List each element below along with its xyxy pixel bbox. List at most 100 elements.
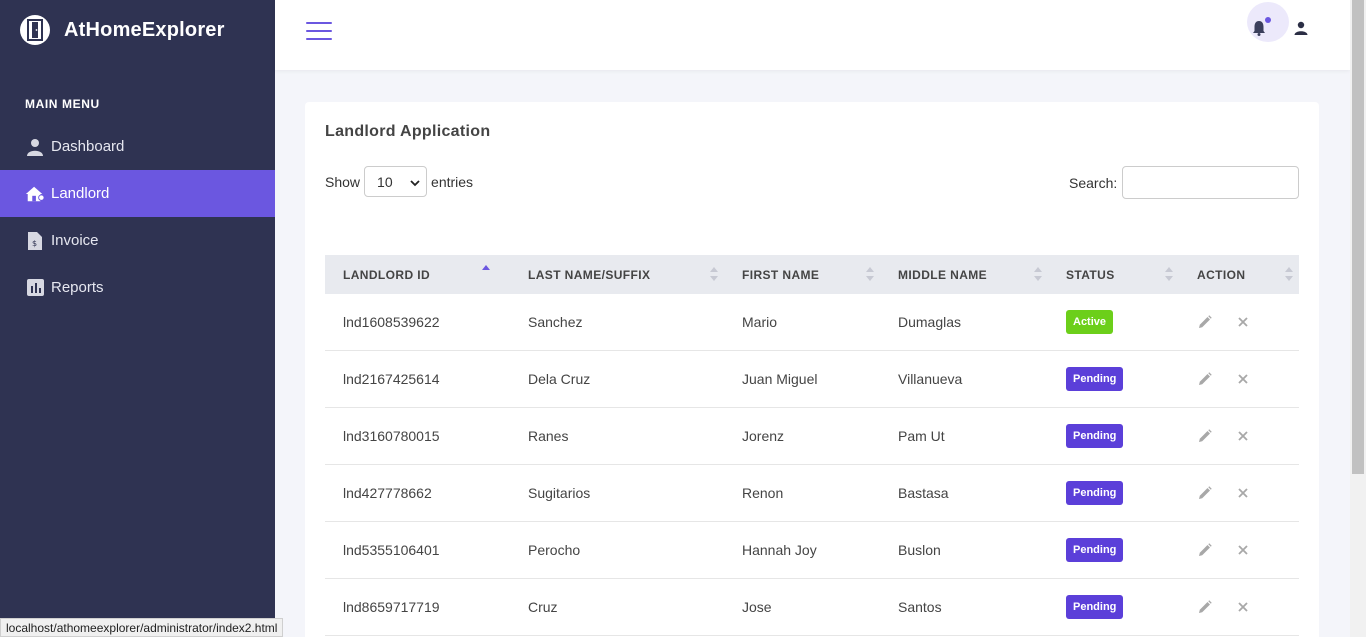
cell-middle-name: Pam Ut: [898, 428, 945, 444]
menu-heading: MAIN MENU: [25, 97, 100, 111]
entries-label: entries: [431, 173, 474, 190]
column-header-middle-name[interactable]: MIDDLE NAME: [880, 255, 1048, 294]
table-row: lnd8659717719 Cruz Jose Santos Pending: [325, 579, 1299, 636]
status-badge: Pending: [1066, 595, 1124, 619]
column-header-status[interactable]: STATUS: [1048, 255, 1179, 294]
sidebar-item-label: Reports: [51, 279, 104, 296]
row-actions: [1179, 485, 1299, 501]
invoice-icon: $: [25, 231, 45, 251]
cell-landlord-id: lnd8659717719: [343, 599, 440, 615]
sidebar-item-label: Landlord: [51, 185, 110, 202]
cell-last-name: Sugitarios: [528, 485, 591, 501]
cell-first-name: Hannah Joy: [742, 542, 817, 558]
table-row: lnd1608539622 Sanchez Mario Dumaglas Act…: [325, 294, 1299, 351]
home-icon: [25, 184, 45, 204]
sort-icon: [866, 267, 874, 281]
status-badge: Pending: [1066, 367, 1124, 391]
row-actions: [1179, 599, 1299, 615]
cell-last-name: Cruz: [528, 599, 558, 615]
sort-icon: [1034, 267, 1042, 281]
cell-middle-name: Santos: [898, 599, 942, 615]
search-label: Search:: [1069, 175, 1118, 191]
sort-ascending-icon: [482, 265, 490, 270]
search-input[interactable]: [1122, 166, 1299, 199]
table-row: lnd5355106401 Perocho Hannah Joy Buslon …: [325, 522, 1299, 579]
delete-x-icon[interactable]: [1235, 599, 1251, 615]
edit-pencil-icon[interactable]: [1197, 485, 1213, 501]
landlord-table: LANDLORD ID LAST NAME/SUFFIX FIRST NAME …: [325, 255, 1299, 636]
sidebar-item-label: Invoice: [51, 232, 99, 249]
delete-x-icon[interactable]: [1235, 314, 1251, 330]
entries-select[interactable]: 10: [364, 166, 428, 197]
browser-status-url: localhost/athomeexplorer/administrator/i…: [0, 618, 284, 637]
column-header-landlord-id[interactable]: LANDLORD ID: [325, 255, 510, 294]
cell-last-name: Ranes: [528, 428, 569, 444]
cell-last-name: Perocho: [528, 542, 581, 558]
sidebar-item-landlord[interactable]: Landlord: [0, 170, 275, 217]
edit-pencil-icon[interactable]: [1197, 371, 1213, 387]
edit-pencil-icon[interactable]: [1197, 314, 1213, 330]
chevron-down-icon: [410, 174, 420, 190]
landlord-application-card: Landlord Application Show 10 entries Sea…: [305, 102, 1319, 637]
row-actions: [1179, 371, 1299, 387]
cell-first-name: Jose: [742, 599, 772, 615]
vertical-scrollbar[interactable]: [1350, 0, 1366, 637]
cell-first-name: Mario: [742, 314, 778, 330]
cell-landlord-id: lnd1608539622: [343, 314, 440, 330]
status-badge: Pending: [1066, 481, 1124, 505]
entries-control: Show 10 entries: [325, 166, 473, 197]
column-header-action[interactable]: ACTION: [1179, 255, 1299, 294]
entries-select-value: 10: [377, 173, 393, 190]
brand[interactable]: AtHomeExplorer: [0, 0, 275, 60]
sort-icon: [1165, 267, 1173, 281]
cell-middle-name: Dumaglas: [898, 314, 962, 330]
svg-text:$: $: [32, 239, 37, 248]
row-actions: [1179, 542, 1299, 558]
cell-last-name: Sanchez: [528, 314, 583, 330]
delete-x-icon[interactable]: [1235, 428, 1251, 444]
sidebar-item-invoice[interactable]: $ Invoice: [0, 217, 275, 264]
edit-pencil-icon[interactable]: [1197, 599, 1213, 615]
table-row: lnd2167425614 Dela Cruz Juan Miguel Vill…: [325, 351, 1299, 408]
chart-icon: [25, 278, 45, 298]
delete-x-icon[interactable]: [1235, 485, 1251, 501]
row-actions: [1179, 428, 1299, 444]
column-header-last-name[interactable]: LAST NAME/SUFFIX: [510, 255, 724, 294]
row-actions: [1179, 314, 1299, 330]
hamburger-menu-icon[interactable]: [306, 21, 332, 41]
user-icon: [25, 137, 45, 157]
main-menu: Dashboard Landlord $ Invoice Reports: [0, 123, 275, 311]
cell-first-name: Juan Miguel: [742, 371, 818, 387]
top-bar: [275, 0, 1350, 70]
cell-first-name: Renon: [742, 485, 784, 501]
cell-landlord-id: lnd5355106401: [343, 542, 440, 558]
sort-icon: [710, 267, 718, 281]
cell-middle-name: Buslon: [898, 542, 941, 558]
table-row: lnd427778662 Sugitarios Renon Bastasa Pe…: [325, 465, 1299, 522]
user-account-icon[interactable]: [1294, 21, 1310, 37]
table-header: LANDLORD ID LAST NAME/SUFFIX FIRST NAME …: [325, 255, 1299, 294]
status-badge: Active: [1066, 310, 1114, 334]
door-logo-icon: [20, 15, 50, 45]
cell-first-name: Jorenz: [742, 428, 785, 444]
delete-x-icon[interactable]: [1235, 542, 1251, 558]
column-header-first-name[interactable]: FIRST NAME: [724, 255, 880, 294]
scrollbar-thumb[interactable]: [1352, 0, 1364, 474]
bell-icon[interactable]: [1252, 20, 1268, 38]
cell-last-name: Dela Cruz: [528, 371, 591, 387]
edit-pencil-icon[interactable]: [1197, 428, 1213, 444]
delete-x-icon[interactable]: [1235, 371, 1251, 387]
table-row: lnd3160780015 Ranes Jorenz Pam Ut Pendin…: [325, 408, 1299, 465]
cell-middle-name: Villanueva: [898, 371, 963, 387]
page-title: Landlord Application: [325, 123, 491, 140]
sidebar-item-reports[interactable]: Reports: [0, 264, 275, 311]
show-label: Show: [325, 173, 361, 190]
sidebar-item-dashboard[interactable]: Dashboard: [0, 123, 275, 170]
edit-pencil-icon[interactable]: [1197, 542, 1213, 558]
cell-landlord-id: lnd3160780015: [343, 428, 440, 444]
cell-landlord-id: lnd427778662: [343, 485, 432, 501]
status-badge: Pending: [1066, 538, 1124, 562]
sidebar-item-label: Dashboard: [51, 138, 125, 155]
brand-name: AtHomeExplorer: [64, 18, 225, 41]
cell-landlord-id: lnd2167425614: [343, 371, 440, 387]
